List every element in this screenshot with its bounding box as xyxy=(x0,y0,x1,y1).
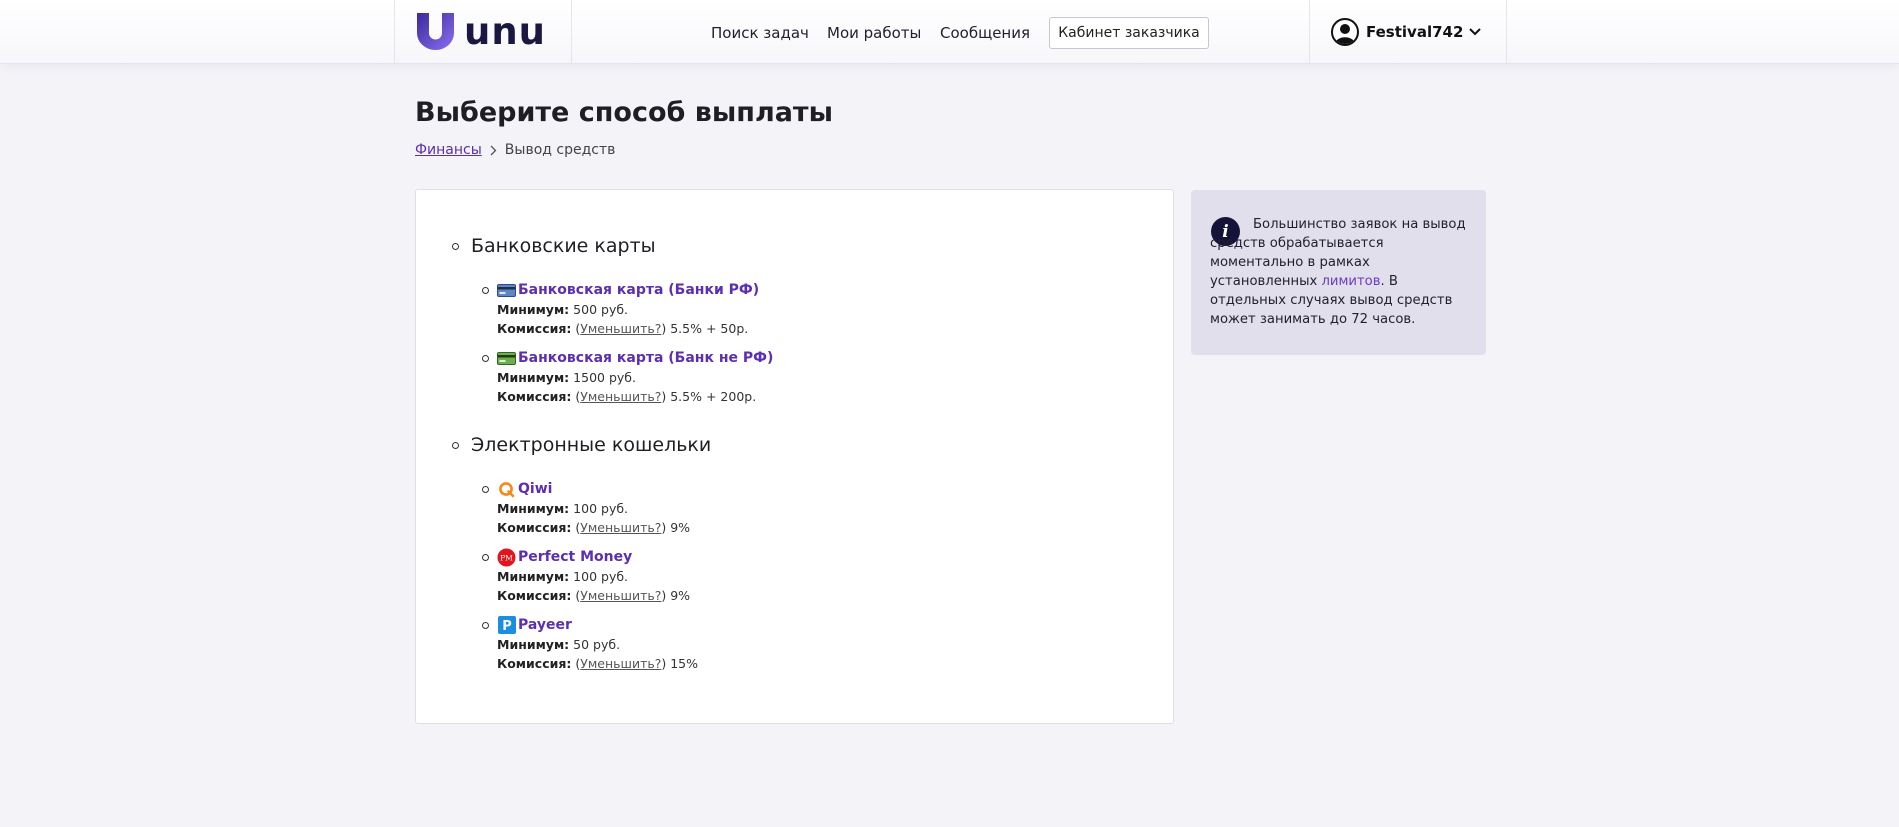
payeer-icon: P xyxy=(497,616,516,635)
limits-link[interactable]: лимитов xyxy=(1321,274,1380,289)
payout-methods-card: Банковские карты Банковская карта (Банки… xyxy=(415,189,1174,724)
fee-label: Комиссия: xyxy=(497,389,572,404)
min-label: Минимум: xyxy=(497,302,570,317)
unu-logo-mark-icon xyxy=(417,13,454,50)
min-value: 500 руб. xyxy=(573,302,629,317)
method-link[interactable]: Банковская карта (Банки РФ) xyxy=(518,282,759,298)
method-bank-card-non-rf: Банковская карта (Банк не РФ) Минимум: 1… xyxy=(482,348,773,406)
section-title: Банковские карты xyxy=(471,235,656,257)
fee-label: Комиссия: xyxy=(497,520,572,535)
min-label: Минимум: xyxy=(497,501,570,516)
chevron-right-icon xyxy=(490,145,497,155)
method-payeer: P Payeer Минимум: 50 руб. Комиссия: (Уме… xyxy=(482,615,698,673)
breadcrumb-finance-link[interactable]: Финансы xyxy=(415,142,482,158)
list-bullet xyxy=(452,242,459,250)
section-bank-cards: Банковские карты xyxy=(452,235,656,257)
section-title: Электронные кошельки xyxy=(471,434,712,456)
min-label: Минимум: xyxy=(497,637,570,652)
list-bullet xyxy=(482,621,489,629)
reduce-fee-link[interactable]: Уменьшить? xyxy=(580,656,661,671)
min-value: 50 руб. xyxy=(573,637,621,652)
bank-card-green-icon xyxy=(497,349,516,368)
avatar-icon xyxy=(1331,18,1359,46)
method-bank-card-rf: Банковская карта (Банки РФ) Минимум: 500… xyxy=(482,280,759,338)
list-bullet xyxy=(482,286,489,294)
method-link[interactable]: Банковская карта (Банк не РФ) xyxy=(518,350,773,366)
header-divider xyxy=(571,0,572,64)
list-bullet xyxy=(482,553,489,561)
chevron-down-icon xyxy=(1469,28,1482,36)
method-perfect-money: PM Perfect Money Минимум: 100 руб. Комис… xyxy=(482,547,690,605)
section-e-wallets: Электронные кошельки xyxy=(452,434,711,456)
header-divider xyxy=(1506,0,1507,64)
reduce-fee-link[interactable]: Уменьшить? xyxy=(580,520,661,535)
svg-text:PM: PM xyxy=(500,553,513,562)
fee-value: 5.5% + 50р. xyxy=(670,321,749,336)
username: Festival742 xyxy=(1366,23,1464,41)
breadcrumb: Финансы Вывод средств xyxy=(415,142,615,158)
header-divider xyxy=(394,0,395,64)
nav-my-works[interactable]: Мои работы xyxy=(827,24,921,42)
list-bullet xyxy=(482,485,489,493)
min-value: 100 руб. xyxy=(573,501,629,516)
fee-value: 9% xyxy=(670,588,691,603)
fee-value: 5.5% + 200р. xyxy=(670,389,757,404)
fee-value: 15% xyxy=(670,656,699,671)
logo-text: unu xyxy=(464,10,547,53)
min-value: 100 руб. xyxy=(573,569,629,584)
page-title: Выберите способ выплаты xyxy=(415,97,833,128)
list-bullet xyxy=(452,441,459,449)
qiwi-icon xyxy=(497,480,516,499)
nav-search-tasks[interactable]: Поиск задач xyxy=(711,24,809,42)
nav-messages[interactable]: Сообщения xyxy=(940,24,1030,42)
bank-card-icon xyxy=(497,281,516,300)
withdrawal-info-card: i Большинство заявок на вывод средств об… xyxy=(1191,190,1486,355)
perfect-money-icon: PM xyxy=(497,548,516,567)
info-text: Большинство заявок на вывод средств обра… xyxy=(1210,215,1475,329)
client-cabinet-button[interactable]: Кабинет заказчика xyxy=(1049,17,1209,49)
fee-label: Комиссия: xyxy=(497,588,572,603)
fee-label: Комиссия: xyxy=(497,321,572,336)
top-header: unu Поиск задач Мои работы Сообщения Каб… xyxy=(0,0,1899,64)
svg-text:P: P xyxy=(502,619,512,634)
reduce-fee-link[interactable]: Уменьшить? xyxy=(580,321,661,336)
user-menu[interactable]: Festival742 xyxy=(1331,18,1482,46)
unu-logo[interactable]: unu xyxy=(417,13,546,50)
fee-value: 9% xyxy=(670,520,691,535)
fee-label: Комиссия: xyxy=(497,656,572,671)
method-link[interactable]: Perfect Money xyxy=(518,549,632,565)
method-link[interactable]: Payeer xyxy=(518,617,572,633)
reduce-fee-link[interactable]: Уменьшить? xyxy=(580,588,661,603)
breadcrumb-current: Вывод средств xyxy=(504,142,616,158)
min-label: Минимум: xyxy=(497,569,570,584)
header-divider xyxy=(1309,0,1310,64)
list-bullet xyxy=(482,354,489,362)
method-link[interactable]: Qiwi xyxy=(518,481,552,497)
min-value: 1500 руб. xyxy=(573,370,636,385)
reduce-fee-link[interactable]: Уменьшить? xyxy=(580,389,661,404)
method-qiwi: Qiwi Минимум: 100 руб. Комиссия: (Уменьш… xyxy=(482,479,690,537)
min-label: Минимум: xyxy=(497,370,570,385)
